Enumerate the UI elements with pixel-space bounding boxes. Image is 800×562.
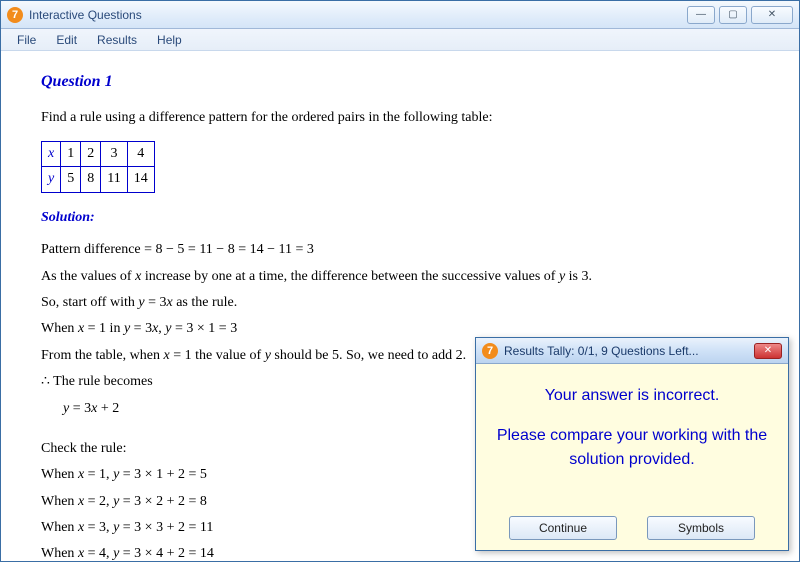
window-controls: — ▢ ✕: [687, 6, 793, 24]
dialog-buttons: Continue Symbols: [476, 516, 788, 540]
close-button[interactable]: ✕: [751, 6, 793, 24]
main-window: 7 Interactive Questions — ▢ ✕ File Edit …: [0, 0, 800, 562]
row-label-x: x: [42, 141, 61, 166]
table-row: y 5 8 11 14: [42, 167, 155, 192]
menu-edit[interactable]: Edit: [46, 31, 87, 49]
ordered-pairs-table: x 1 2 3 4 y 5 8 11 14: [41, 141, 155, 193]
solution-line: As the values of x increase by one at a …: [41, 266, 759, 288]
cell: 8: [81, 167, 101, 192]
continue-button[interactable]: Continue: [509, 516, 617, 540]
dialog-message-line1: Your answer is incorrect.: [486, 384, 778, 408]
dialog-app-icon: 7: [482, 343, 498, 359]
cell: 3: [101, 141, 127, 166]
cell: 14: [127, 167, 154, 192]
solution-line: So, start off with y = 3x as the rule.: [41, 292, 759, 314]
solution-heading: Solution:: [41, 207, 759, 229]
question-prompt: Find a rule using a difference pattern f…: [41, 107, 759, 129]
solution-line: Pattern difference = 8 − 5 = 11 − 8 = 14…: [41, 239, 759, 261]
dialog-close-button[interactable]: ✕: [754, 343, 782, 359]
minimize-button[interactable]: —: [687, 6, 715, 24]
menu-results[interactable]: Results: [87, 31, 147, 49]
menubar: File Edit Results Help: [1, 29, 799, 51]
dialog-titlebar[interactable]: 7 Results Tally: 0/1, 9 Questions Left..…: [476, 338, 788, 364]
cell: 1: [61, 141, 81, 166]
dialog-body: Your answer is incorrect. Please compare…: [476, 364, 788, 482]
row-label-y: y: [42, 167, 61, 192]
app-icon: 7: [7, 7, 23, 23]
titlebar[interactable]: 7 Interactive Questions — ▢ ✕: [1, 1, 799, 29]
window-title: Interactive Questions: [29, 8, 687, 22]
symbols-button[interactable]: Symbols: [647, 516, 755, 540]
table-row: x 1 2 3 4: [42, 141, 155, 166]
maximize-button[interactable]: ▢: [719, 6, 747, 24]
cell: 11: [101, 167, 127, 192]
menu-help[interactable]: Help: [147, 31, 192, 49]
question-title: Question 1: [41, 69, 759, 95]
cell: 4: [127, 141, 154, 166]
menu-file[interactable]: File: [7, 31, 46, 49]
dialog-message: Your answer is incorrect. Please compare…: [486, 384, 778, 472]
results-tally-dialog: 7 Results Tally: 0/1, 9 Questions Left..…: [475, 337, 789, 551]
dialog-message-line2: Please compare your working with the sol…: [486, 424, 778, 472]
cell: 5: [61, 167, 81, 192]
cell: 2: [81, 141, 101, 166]
dialog-title: Results Tally: 0/1, 9 Questions Left...: [504, 344, 754, 358]
